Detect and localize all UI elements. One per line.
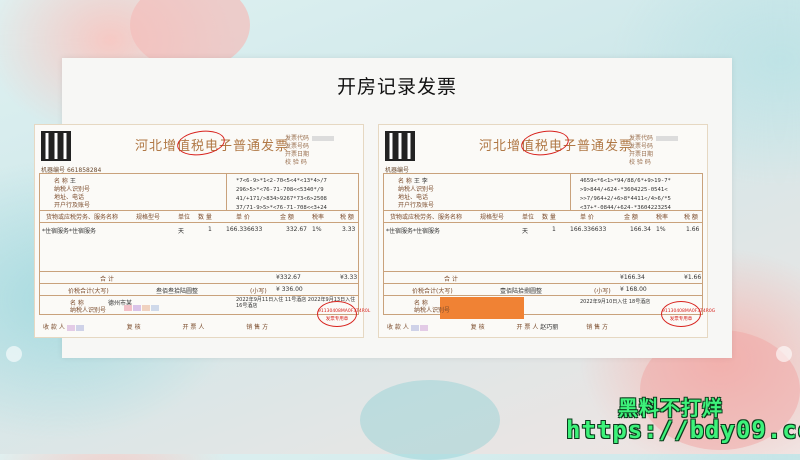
flower-decoration: [360, 380, 500, 460]
invoice-image-right: 河北增值税电子普通发票 发票代码 发票号码 开票日期 校 验 码 机器编号 名 …: [378, 124, 715, 338]
line-item: *住宿服务*住宿服务: [386, 228, 441, 235]
cipher-text: *7<6-9>*1<2-70<5<4*<13*4>/7 296>5>*<76-7…: [236, 178, 327, 211]
slide-prev-button[interactable]: [6, 346, 22, 362]
invoice-image-left: 河北增值税电子普通发票 发票代码 发票号码 开票日期 校 验 码 机器编号 66…: [34, 124, 370, 338]
cipher-text: 4659<*6<1>*94/88/6*+9>19-7* >9>844/+624-…: [580, 178, 671, 211]
seller-row: 名 称 德州市某 纳税人识别号 2022年9月11日入住 11号酒店 2022年…: [40, 295, 358, 314]
redaction-block: [440, 297, 524, 319]
invoice-meta: 发票代码 发票号码 开票日期 校 验 码: [285, 135, 335, 167]
invoice-footer: 收 款 人 复 核 开 票 人 销 售 方: [43, 324, 269, 331]
column-headers: 货物或应税劳务、服务名称 规格型号 单位 数 量 单 价 金 额 税率 税 额: [384, 210, 702, 223]
qr-code-icon: [385, 131, 415, 161]
buyer-labels: 名 称 王 纳税人识别号 地址、电话 开户行及账号: [54, 178, 91, 209]
slide-content: 开房记录发票 河北增值税电子普通发票 发票代码 发票号码 开票日期 校 验 码 …: [34, 58, 732, 358]
seller-row: 名 称 纳税人识别号 2022年9月10日入住 18号酒店: [384, 295, 702, 319]
slide-next-button[interactable]: [776, 346, 792, 362]
buyer-labels: 名 称 王 李 纳税人识别号 地址、电话 开户行及账号: [398, 178, 435, 209]
qr-code-icon: [41, 131, 71, 161]
invoice-table: 名 称 王 纳税人识别号 地址、电话 开户行及账号 *7<6-9>*1<2-70…: [39, 173, 359, 315]
watermark-url: https://bdy09.com: [566, 416, 800, 444]
column-headers: 货物或应税劳务、服务名称 规格型号 单位 数 量 单 价 金 额 税率 税 额: [40, 210, 358, 223]
invoice-footer: 收 款 人 复 核 开 票 人 赵巧丽 销 售 方: [387, 324, 609, 331]
slide-title: 开房记录发票: [336, 76, 457, 98]
line-item: *住宿服务*住宿服务: [42, 228, 97, 235]
invoice-table: 名 称 王 李 纳税人识别号 地址、电话 开户行及账号 4659<*6<1>*9…: [383, 173, 703, 319]
invoice-meta: 发票代码 发票号码 开票日期 校 验 码: [629, 135, 679, 167]
